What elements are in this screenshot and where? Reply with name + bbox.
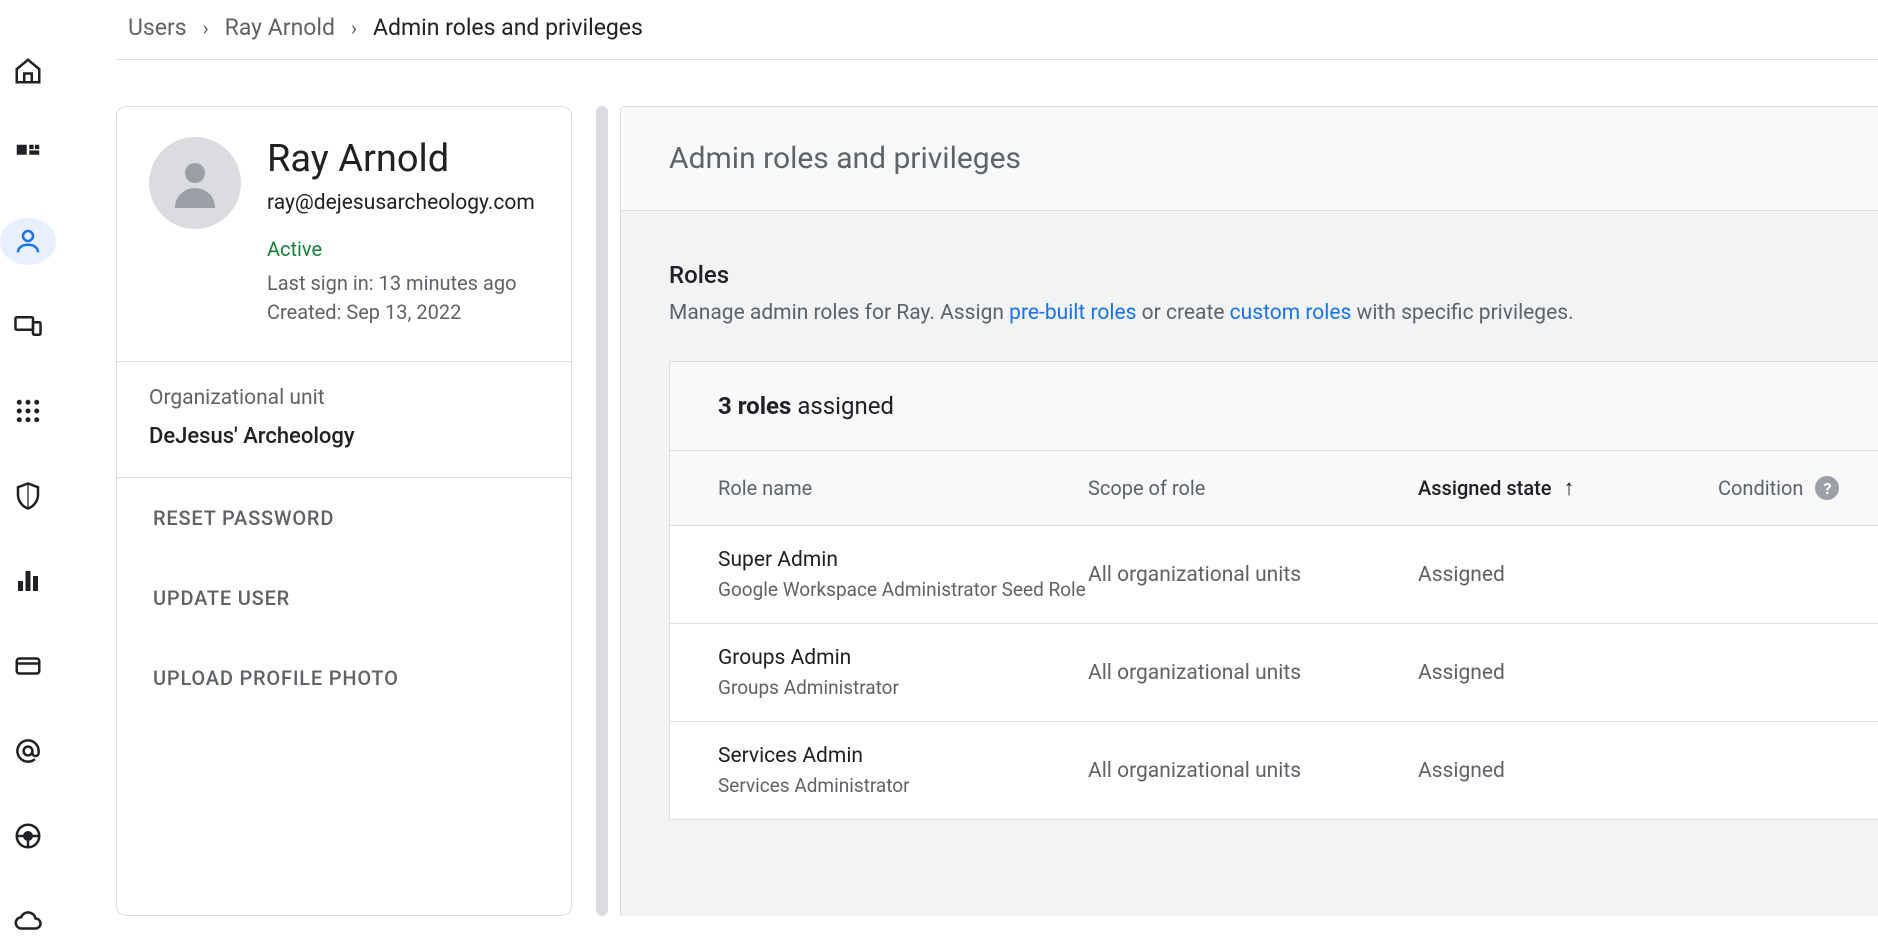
- steering-icon: [13, 821, 43, 851]
- roles-description: Manage admin roles for Ray. Assign pre-b…: [669, 301, 1878, 325]
- roles-panel: Admin roles and privileges Roles Manage …: [620, 106, 1878, 916]
- breadcrumb-current: Admin roles and privileges: [373, 14, 643, 41]
- col-scope[interactable]: Scope of role: [1088, 476, 1418, 500]
- role-state: Assigned: [1418, 661, 1718, 685]
- upload-photo-button[interactable]: UPLOAD PROFILE PHOTO: [117, 638, 571, 718]
- org-unit-label: Organizational unit: [149, 386, 539, 410]
- table-header: Role name Scope of role Assigned state ↑…: [670, 451, 1878, 526]
- user-card: Ray Arnold ray@dejesusarcheology.com Act…: [116, 106, 572, 916]
- nav-home[interactable]: [0, 48, 56, 95]
- role-description: Google Workspace Administrator Seed Role: [718, 578, 1088, 601]
- role-description: Groups Administrator: [718, 676, 1088, 699]
- main-content: Users › Ray Arnold › Admin roles and pri…: [56, 0, 1878, 944]
- role-state: Assigned: [1418, 759, 1718, 783]
- chart-icon: [13, 566, 43, 596]
- card-icon: [13, 651, 43, 681]
- avatar-placeholder-icon: [165, 153, 225, 213]
- prebuilt-roles-link[interactable]: pre-built roles: [1009, 301, 1136, 325]
- shield-icon: [13, 481, 43, 511]
- person-icon: [13, 226, 43, 256]
- table-row[interactable]: Groups Admin Groups Administrator All or…: [670, 624, 1878, 722]
- role-name: Services Admin: [718, 744, 1088, 768]
- nav-apps[interactable]: [0, 388, 56, 435]
- sort-arrow-up-icon: ↑: [1563, 475, 1574, 501]
- user-email: ray@dejesusarcheology.com: [267, 189, 535, 217]
- user-name: Ray Arnold: [267, 137, 535, 181]
- chevron-right-icon: ›: [351, 16, 357, 40]
- nav-devices[interactable]: [0, 303, 56, 350]
- nav-rules[interactable]: [0, 812, 56, 859]
- user-status: Active: [267, 237, 535, 261]
- nav-security[interactable]: [0, 473, 56, 520]
- table-row[interactable]: Services Admin Services Administrator Al…: [670, 722, 1878, 820]
- user-last-signin: Last sign in: 13 minutes ago: [267, 269, 535, 298]
- role-name: Groups Admin: [718, 646, 1088, 670]
- breadcrumb: Users › Ray Arnold › Admin roles and pri…: [116, 0, 1878, 60]
- nav-account[interactable]: [0, 727, 56, 774]
- breadcrumb-user[interactable]: Ray Arnold: [225, 14, 335, 41]
- panel-title: Admin roles and privileges: [621, 107, 1878, 211]
- dashboard-icon: [13, 141, 43, 171]
- role-scope: All organizational units: [1088, 563, 1418, 587]
- home-icon: [13, 56, 43, 86]
- chevron-right-icon: ›: [203, 16, 209, 40]
- roles-table: 3 roles assigned Role name Scope of role…: [669, 361, 1878, 820]
- splitter-handle[interactable]: [596, 106, 608, 916]
- content-row: Ray Arnold ray@dejesusarcheology.com Act…: [116, 106, 1878, 916]
- nav-storage[interactable]: [0, 897, 56, 944]
- devices-icon: [13, 311, 43, 341]
- role-scope: All organizational units: [1088, 759, 1418, 783]
- role-description: Services Administrator: [718, 774, 1088, 797]
- at-icon: [13, 736, 43, 766]
- col-role-name[interactable]: Role name: [718, 476, 1088, 500]
- roles-heading: Roles: [669, 261, 1878, 289]
- roles-summary: 3 roles assigned: [670, 362, 1878, 451]
- apps-icon: [13, 396, 43, 426]
- org-unit-section[interactable]: Organizational unit DeJesus' Archeology: [117, 362, 571, 478]
- nav-directory[interactable]: [0, 218, 56, 265]
- nav-billing[interactable]: [0, 642, 56, 689]
- col-assigned-state[interactable]: Assigned state ↑: [1418, 475, 1718, 501]
- reset-password-button[interactable]: RESET PASSWORD: [117, 478, 571, 558]
- role-state: Assigned: [1418, 563, 1718, 587]
- role-scope: All organizational units: [1088, 661, 1418, 685]
- nav-rail: [0, 0, 56, 944]
- user-created: Created: Sep 13, 2022: [267, 298, 535, 327]
- col-condition[interactable]: Condition ?: [1718, 476, 1839, 500]
- update-user-button[interactable]: UPDATE USER: [117, 558, 571, 638]
- breadcrumb-users[interactable]: Users: [128, 14, 187, 41]
- org-unit-value: DeJesus' Archeology: [149, 424, 539, 449]
- cloud-icon: [13, 906, 43, 936]
- role-name: Super Admin: [718, 548, 1088, 572]
- table-row[interactable]: Super Admin Google Workspace Administrat…: [670, 526, 1878, 624]
- avatar: [149, 137, 241, 229]
- nav-reporting[interactable]: [0, 557, 56, 604]
- help-icon[interactable]: ?: [1815, 476, 1839, 500]
- nav-dashboard[interactable]: [0, 133, 56, 180]
- custom-roles-link[interactable]: custom roles: [1230, 301, 1352, 325]
